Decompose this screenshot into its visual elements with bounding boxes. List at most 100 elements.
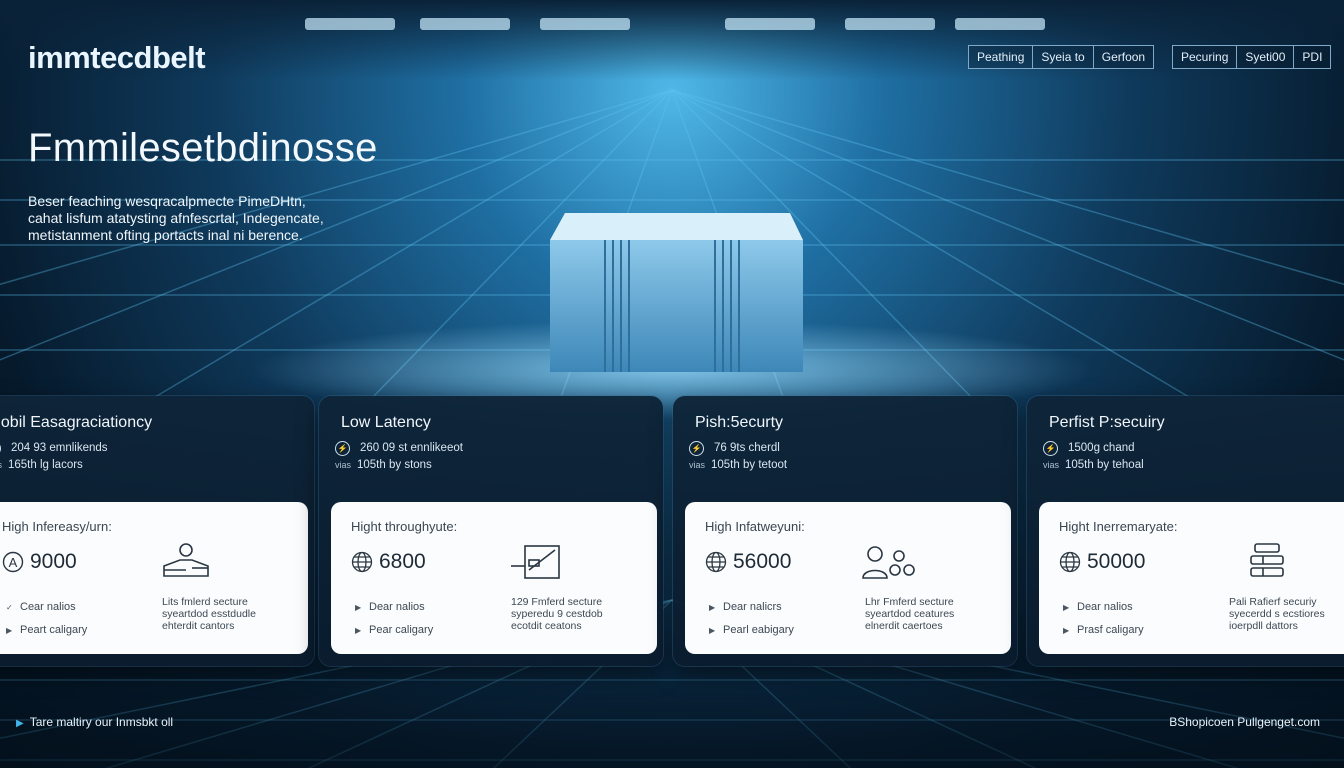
hero-description-line: Beser feaching wesqracalpmecte PimeDHtn, — [28, 193, 306, 209]
nav-button-6[interactable]: PDI — [1293, 45, 1332, 69]
play-icon: ▶ — [16, 718, 24, 729]
bullet-item: Cear nalios — [20, 601, 76, 613]
card-metric-panel: High Infatweyuni: 56000 ▶ Dear nalicrs ▶ P… — [685, 502, 1011, 654]
card-notes: Pali Rafierf securiy syecerdd s ecstiore… — [1229, 596, 1344, 632]
note-line: Pali Rafierf securiy — [1229, 596, 1317, 608]
note-line: elnerdit caertoes — [865, 620, 943, 632]
arrow-right-icon: ▶ — [709, 626, 716, 635]
nav-button-1[interactable]: Peathing — [968, 45, 1034, 69]
card-stats: ⚡ 204 93 emnlikends vias165th lg lacors — [0, 440, 108, 474]
feature-card-1[interactable]: nobil Easagraciationcy ⚡ 204 93 emnlikend… — [0, 396, 314, 666]
card-bullets: ✓ Cear nalios ▶ Peart caligary — [6, 596, 87, 642]
bolt-icon: ⚡ — [689, 441, 704, 456]
card-bullets: ▶ Dear nalios ▶ Pear caligary — [355, 596, 433, 642]
card-metric-panel: Hight throughyute: 6800 ▶ Dear nalios ▶ Pe… — [331, 502, 657, 654]
footer-link-left[interactable]: ▶ Tare maltiry our Inmsbkt oll — [16, 715, 173, 729]
footer-link-right[interactable]: BShopicoen Pullgenget.com — [1169, 715, 1320, 729]
metric-label: Hight throughyute: — [351, 519, 458, 534]
arrow-right-icon: ▶ — [1063, 626, 1070, 635]
stat-value: 105th by stons — [357, 459, 432, 471]
note-line: 129 Fmferd secture — [511, 596, 603, 608]
bullet-item: Peart caligary — [20, 624, 88, 636]
globe-icon — [1059, 551, 1081, 573]
metric-number: 6800 — [379, 550, 426, 573]
svg-text:A: A — [9, 555, 18, 570]
arrow-right-icon: ▶ — [1063, 603, 1070, 612]
arrow-right-icon: ▶ — [6, 626, 13, 635]
nav-button-3[interactable]: Gerfoon — [1092, 45, 1155, 69]
bolt-icon: ⚡ — [335, 441, 350, 456]
metric-number: 9000 — [30, 550, 77, 573]
circle-a-icon: A — [2, 551, 24, 573]
note-line: ehterdit cantors — [162, 620, 235, 632]
bullet-item: Prasf caligary — [1077, 624, 1144, 636]
stat-value: 76 9ts cherdl — [714, 442, 780, 454]
card-title: Pish:5ecurty — [695, 414, 784, 431]
hero-description-line: cahat lisfum atatysting afnfescrtal, Ind… — [28, 210, 324, 226]
stat-value: 260 09 st ennlikeeot — [360, 442, 463, 454]
card-title: Perfist P:secuiry — [1049, 414, 1165, 431]
metric-value: 56000 — [705, 550, 791, 574]
card-bullets: ▶ Dear nalios ▶ Prasf caligary — [1063, 596, 1144, 642]
note-line: syecerdd s ecstiores — [1229, 608, 1325, 620]
bullet-item: Dear nalios — [369, 601, 425, 613]
arrow-right-icon: ▶ — [355, 626, 362, 635]
card-notes: Lhr Fmferd secture syeartdod ceatures el… — [865, 596, 1005, 632]
arrow-right-icon: ▶ — [355, 603, 362, 612]
metric-value: 6800 — [351, 550, 426, 574]
stat-value: 1500g chand — [1068, 442, 1135, 454]
note-line: ioerpdll dattors — [1229, 620, 1298, 632]
note-line: ecotdit ceatons — [511, 620, 582, 632]
bullet-item: Pearl eabigary — [723, 624, 794, 636]
stat-prefix: vias — [689, 460, 706, 470]
nav-button-5[interactable]: Syeti00 — [1236, 45, 1295, 69]
feature-card-2[interactable]: Low Latency ⚡ 260 09 st ennlikeeot vias 10… — [319, 396, 663, 666]
card-metric-panel: Hight Inerremaryate: 50000 ▶ Dear nalios … — [1039, 502, 1344, 654]
footer-left-text: Tare maltiry our Inmsbkt oll — [29, 715, 174, 729]
note-line: Lhr Fmferd secture — [865, 596, 954, 608]
stat-value: 165th lg lacors — [8, 459, 83, 471]
metric-value: A 9000 — [2, 550, 77, 574]
user-nodes-icon — [862, 546, 915, 579]
hero-description: Beser feaching wesqracalpmecte PimeDHtn,… — [28, 193, 358, 244]
nav-button-4[interactable]: Pecuring — [1172, 45, 1238, 69]
globe-icon — [351, 551, 373, 573]
bolt-icon: ⚡ — [0, 441, 1, 456]
check-icon: ✓ — [6, 603, 13, 612]
globe-icon — [705, 551, 727, 573]
chart-panel-icon — [511, 545, 560, 579]
metric-value: 50000 — [1059, 550, 1145, 574]
arrow-right-icon: ▶ — [709, 603, 716, 612]
nav-button-2[interactable]: Syeia to — [1032, 45, 1094, 69]
brand-logo[interactable]: immtecdbelt — [28, 40, 206, 76]
card-metric-panel: High Infereasy/urn: A 9000 ✓ Cear nalios … — [0, 502, 308, 654]
stat-prefix: vias — [1043, 460, 1060, 470]
nav-group-secondary: Pecuring Syeti00 PDI — [1172, 45, 1332, 69]
card-title: Low Latency — [341, 414, 431, 431]
metric-number: 50000 — [1087, 550, 1146, 573]
card-notes: 129 Fmferd secture syperedu 9 cestdob ec… — [511, 596, 651, 632]
note-line: syeartdod esstdudle — [162, 608, 256, 620]
card-notes: Lits fmlerd secture syeartdod esstdudle … — [162, 596, 302, 632]
bullet-item: Pear caligary — [369, 624, 434, 636]
note-line: syeartdod ceatures — [865, 608, 955, 620]
card-stats: ⚡ 1500g chand vias 105th by tehoal — [1043, 440, 1144, 474]
nav-group-primary: Peathing Syeia to Gerfoon — [968, 45, 1155, 69]
metric-number: 56000 — [733, 550, 792, 573]
feature-card-3[interactable]: Pish:5ecurty ⚡ 76 9ts cherdl vias 105th by… — [673, 396, 1017, 666]
bolt-icon: ⚡ — [1043, 441, 1058, 456]
server-block — [550, 213, 803, 372]
card-stats: ⚡ 260 09 st ennlikeeot vias 105th by stons — [335, 440, 463, 474]
feature-card-4[interactable]: Perfist P:secuiry ⚡ 1500g chand vias 105th… — [1027, 396, 1344, 666]
stat-value: 105th by tetoot — [711, 459, 788, 471]
bullet-item: Dear nalicrs — [723, 601, 782, 613]
server-stack-icon — [1250, 543, 1284, 577]
note-line: Lits fmlerd secture — [162, 596, 248, 608]
metric-label: Hight Inerremaryate: — [1059, 519, 1178, 534]
person-device-icon — [163, 543, 209, 577]
stat-prefix: vias — [335, 460, 352, 470]
hero-title: Fmmilesetbdinosse — [28, 126, 378, 170]
hero-description-line: metistanment ofting portacts inal ni ber… — [28, 227, 303, 243]
stat-value: 204 93 emnlikends — [11, 442, 108, 454]
bullet-item: Dear nalios — [1077, 601, 1133, 613]
